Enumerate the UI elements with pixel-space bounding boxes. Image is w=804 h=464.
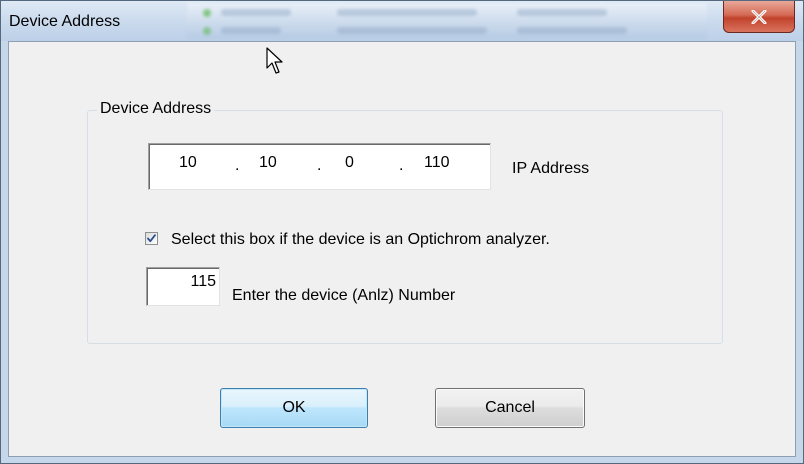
close-button[interactable] [723,1,795,33]
cancel-button[interactable]: Cancel [435,388,585,428]
device-address-dialog: Device Address Device Address 10 . 10 . … [0,0,804,464]
groupbox-label: Device Address [97,100,215,118]
mouse-pointer-icon [266,47,283,74]
ip-dot-2: . [317,157,322,174]
ip-address-input[interactable]: 10 . 10 . 0 . 110 [148,143,491,190]
close-icon [751,9,767,24]
ip-dot-1: . [235,157,240,174]
window-title: Device Address [9,13,121,30]
ip-octet-3[interactable]: 0 [345,154,354,172]
background-window-ghost [187,3,707,39]
device-number-label: Enter the device (Anlz) Number [232,287,456,304]
optichrom-checkbox-label[interactable]: Select this box if the device is an Opti… [171,231,550,249]
dialog-client-area: Device Address 10 . 10 . 0 . 110 IP Addr… [8,41,796,457]
title-bar[interactable]: Device Address [1,1,803,41]
ip-octet-2[interactable]: 10 [259,154,277,172]
ip-address-label: IP Address [512,160,590,177]
ip-octet-1[interactable]: 10 [179,154,197,172]
checkmark-icon [147,234,156,243]
ip-dot-3: . [399,157,404,174]
optichrom-checkbox[interactable] [145,232,158,245]
ok-button[interactable]: OK [220,388,368,428]
ip-octet-4[interactable]: 110 [424,154,450,172]
device-number-input[interactable]: 115 [146,267,220,306]
